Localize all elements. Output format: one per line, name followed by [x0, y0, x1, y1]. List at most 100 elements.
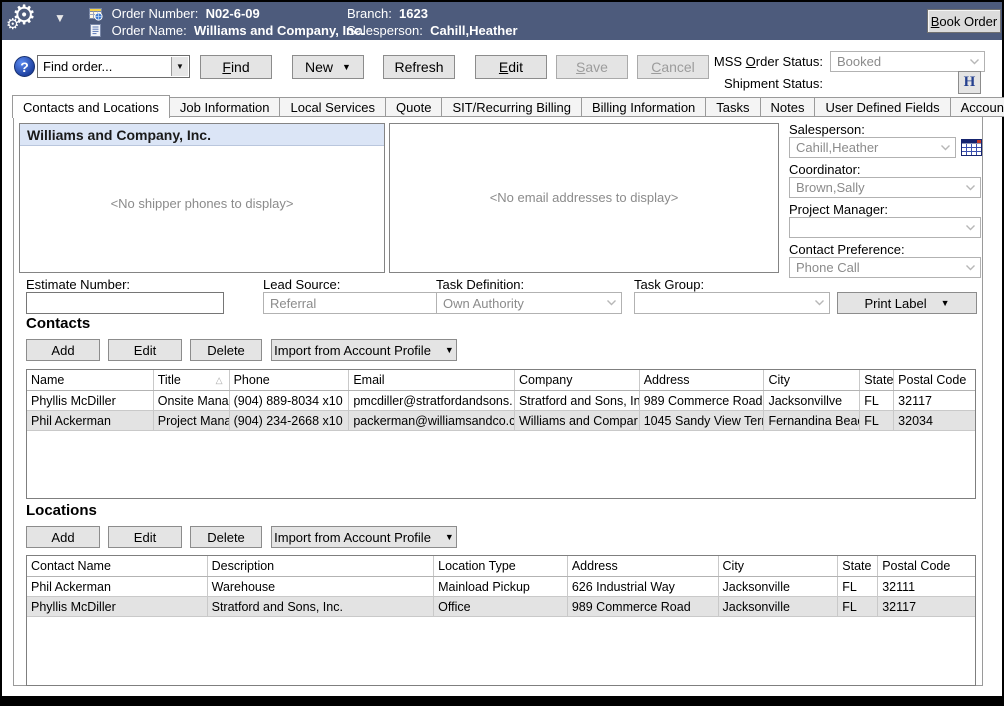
order-number-icon: [88, 6, 103, 24]
column-header-city[interactable]: City: [764, 370, 860, 390]
mss-order-status-combobox[interactable]: Booked: [830, 51, 985, 72]
column-header-state[interactable]: State: [838, 556, 878, 576]
salesperson-combobox[interactable]: Cahill,Heather: [789, 137, 956, 158]
order-name-icon: [88, 23, 103, 41]
locations-table-row-selected[interactable]: Phyllis McDiller Stratford and Sons, Inc…: [27, 597, 975, 617]
shipment-status-history-button[interactable]: H: [958, 71, 981, 94]
locations-table: Contact Name Description Location Type A…: [26, 555, 976, 686]
find-button[interactable]: Find: [200, 55, 272, 79]
column-header-city[interactable]: City: [719, 556, 839, 576]
table-cell: 1045 Sandy View Terr: [640, 411, 765, 430]
locations-import-button[interactable]: Import from Account Profile▼: [271, 526, 457, 548]
header-bar: ⚙ ⚙ ▼ Order Number: N02-6-09: [2, 2, 1002, 40]
no-shipper-phones-text: <No shipper phones to display>: [20, 196, 384, 211]
contacts-add-button[interactable]: Add: [26, 339, 100, 361]
print-label-button[interactable]: Print Label▼: [837, 292, 977, 314]
task-definition-label: Task Definition:: [436, 277, 524, 292]
column-header-location-type[interactable]: Location Type: [434, 556, 568, 576]
column-header-address[interactable]: Address: [640, 370, 765, 390]
shipment-status-label: Shipment Status:: [660, 76, 823, 91]
no-email-addresses-text: <No email addresses to display>: [390, 190, 778, 205]
contacts-table-row-selected[interactable]: Phil Ackerman Project Manag (904) 234-26…: [27, 411, 975, 431]
tab-quote[interactable]: Quote: [385, 97, 442, 117]
table-cell: Fernandina Beac: [764, 411, 860, 430]
column-header-contact-name[interactable]: Contact Name: [27, 556, 208, 576]
book-order-button[interactable]: Book Order: [927, 9, 1001, 33]
contacts-import-button[interactable]: Import from Account Profile▼: [271, 339, 457, 361]
contacts-delete-button[interactable]: Delete: [190, 339, 262, 361]
estimate-number-label: Estimate Number:: [26, 277, 130, 292]
header-salesperson-value: Cahill,Heather: [430, 23, 517, 38]
branch-label: Branch:: [347, 6, 392, 21]
column-header-phone[interactable]: Phone: [230, 370, 350, 390]
table-cell: Phyllis McDiller: [27, 391, 154, 410]
salesperson-calendar-icon[interactable]: [961, 139, 982, 161]
locations-delete-button[interactable]: Delete: [190, 526, 262, 548]
contacts-edit-button[interactable]: Edit: [108, 339, 182, 361]
shipper-phones-panel: Williams and Company, Inc. <No shipper p…: [19, 123, 385, 273]
project-manager-combobox[interactable]: [789, 217, 981, 238]
locations-edit-button[interactable]: Edit: [108, 526, 182, 548]
column-header-state[interactable]: State: [860, 370, 894, 390]
tab-user-defined-fields[interactable]: User Defined Fields: [814, 97, 950, 117]
combo-arrow-icon: ▼: [171, 57, 188, 76]
table-cell: 32117: [894, 391, 975, 410]
find-order-value: Find order...: [43, 59, 112, 74]
tab-notes[interactable]: Notes: [760, 97, 816, 117]
tab-tasks[interactable]: Tasks: [705, 97, 760, 117]
lead-source-combobox[interactable]: Referral: [263, 292, 459, 314]
column-header-postal-code[interactable]: Postal Code: [878, 556, 975, 576]
table-cell: Williams and Compar: [515, 411, 640, 430]
header-salesperson-label: Salesperson:: [347, 23, 423, 38]
branch-value: 1623: [399, 6, 428, 21]
column-header-postal-code[interactable]: Postal Code: [894, 370, 975, 390]
tab-account-profile[interactable]: Account Profile: [950, 97, 1004, 117]
order-name-value: Williams and Company, Inc.: [194, 23, 365, 38]
sort-ascending-icon: △: [216, 375, 225, 386]
edit-button[interactable]: Edit: [475, 55, 547, 79]
locations-section-title: Locations: [26, 502, 97, 519]
coordinator-label: Coordinator:: [789, 162, 861, 177]
chevron-down-icon: [965, 264, 976, 272]
table-cell: FL: [860, 391, 894, 410]
tab-billing-information[interactable]: Billing Information: [581, 97, 706, 117]
table-cell: Mainload Pickup: [434, 577, 568, 596]
table-cell: 626 Industrial Way: [568, 577, 719, 596]
new-button[interactable]: New▼: [292, 55, 364, 79]
contacts-table-header: Name Title△ Phone Email Company Address …: [27, 370, 975, 391]
contact-preference-combobox[interactable]: Phone Call: [789, 257, 981, 278]
chevron-down-icon: [814, 299, 825, 307]
tab-sit-recurring-billing[interactable]: SIT/Recurring Billing: [441, 97, 582, 117]
task-definition-combobox[interactable]: Own Authority: [436, 292, 622, 314]
chevron-down-icon: [606, 299, 617, 307]
app-menu-button[interactable]: ⚙ ⚙ ▼: [2, 2, 72, 40]
help-icon[interactable]: ?: [14, 56, 35, 77]
tab-local-services[interactable]: Local Services: [279, 97, 386, 117]
find-order-combobox[interactable]: Find order... ▼: [37, 55, 190, 78]
table-cell: packerman@williamsandco.c: [349, 411, 515, 430]
coordinator-combobox[interactable]: Brown,Sally: [789, 177, 981, 198]
table-cell: (904) 889-8034 x10: [230, 391, 350, 410]
app-window: ⚙ ⚙ ▼ Order Number: N02-6-09: [0, 0, 1004, 706]
salesperson-value: Cahill,Heather: [796, 140, 878, 155]
estimate-number-input[interactable]: [26, 292, 224, 314]
locations-add-button[interactable]: Add: [26, 526, 100, 548]
column-header-title[interactable]: Title△: [154, 370, 230, 390]
table-cell: (904) 234-2668 x10: [230, 411, 350, 430]
refresh-button[interactable]: Refresh: [383, 55, 455, 79]
gear-small-icon: ⚙: [6, 15, 19, 33]
tab-job-information[interactable]: Job Information: [169, 97, 281, 117]
task-group-label: Task Group:: [634, 277, 704, 292]
task-group-combobox[interactable]: [634, 292, 830, 314]
column-header-address[interactable]: Address: [568, 556, 719, 576]
column-header-description[interactable]: Description: [208, 556, 435, 576]
column-header-email[interactable]: Email: [349, 370, 515, 390]
column-header-company[interactable]: Company: [515, 370, 640, 390]
locations-table-row[interactable]: Phil Ackerman Warehouse Mainload Pickup …: [27, 577, 975, 597]
column-header-name[interactable]: Name: [27, 370, 154, 390]
contacts-table-row[interactable]: Phyllis McDiller Onsite Manag (904) 889-…: [27, 391, 975, 411]
table-cell: Phyllis McDiller: [27, 597, 208, 616]
save-button[interactable]: Save: [556, 55, 628, 79]
tab-contacts-and-locations[interactable]: Contacts and Locations: [12, 95, 170, 118]
table-cell: Onsite Manag: [154, 391, 230, 410]
